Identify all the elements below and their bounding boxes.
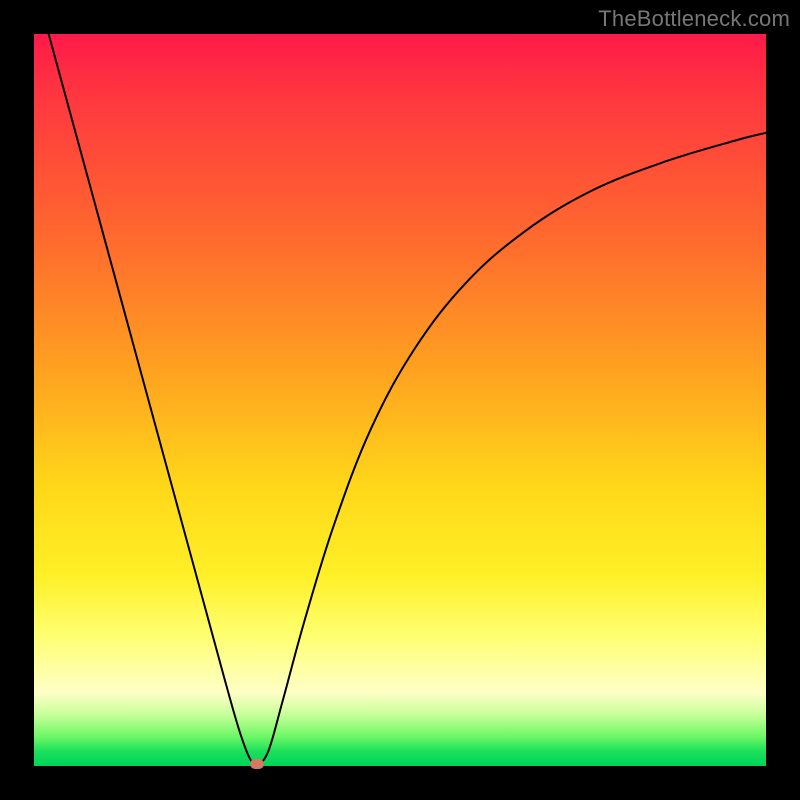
chart-frame: TheBottleneck.com [0,0,800,800]
plot-area [34,34,766,766]
minimum-marker [250,759,264,769]
watermark-text: TheBottleneck.com [598,6,790,32]
bottleneck-curve [34,34,766,766]
